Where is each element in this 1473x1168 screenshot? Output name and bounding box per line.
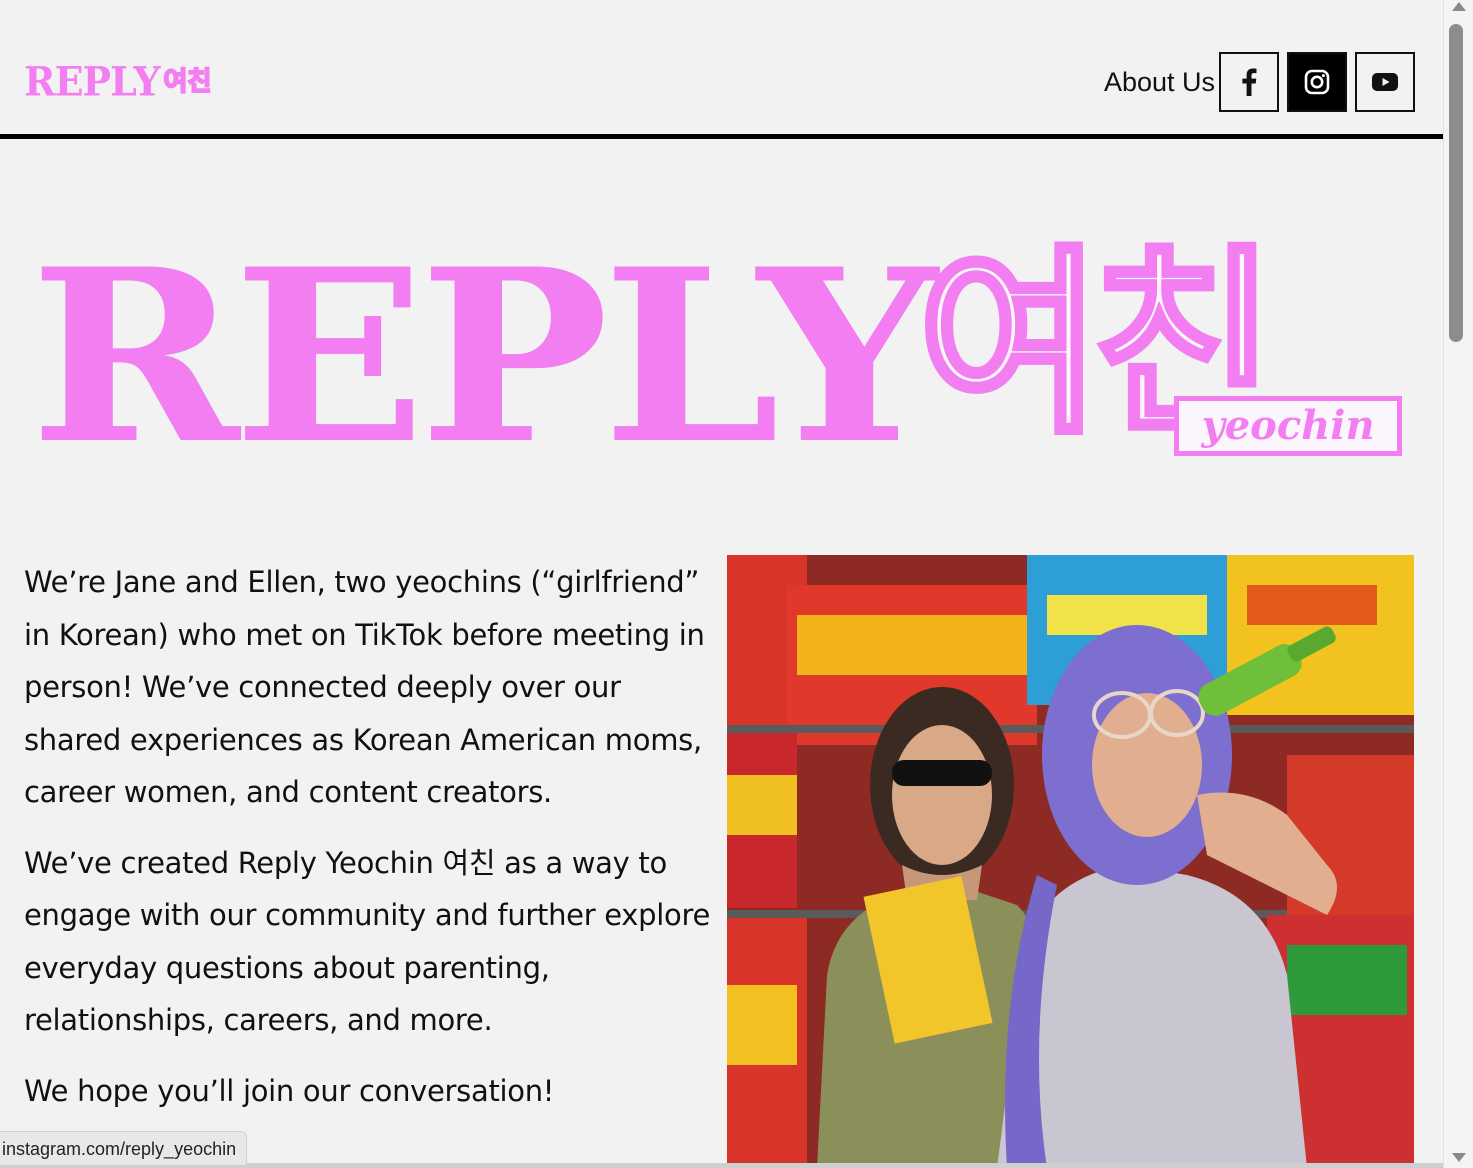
site-header: REPLY 여친 About Us <box>0 0 1443 134</box>
about-copy: We’re Jane and Ellen, two yeochins (“gir… <box>24 556 714 1135</box>
hero-word: REPLY <box>30 218 938 497</box>
scroll-down-arrow-icon[interactable] <box>1452 1153 1466 1162</box>
hero-korean-mark: 여친 yeochin <box>915 227 1410 463</box>
logo-word: REPLY <box>24 57 161 106</box>
site-logo[interactable]: REPLY 여친 <box>24 62 213 102</box>
about-paragraph-2: We’ve created Reply Yeochin 여친 as a way … <box>24 845 710 1038</box>
facebook-icon <box>1242 68 1257 96</box>
header-divider <box>0 134 1443 139</box>
hero-logo: REPLY 여친 yeochin <box>30 218 1410 497</box>
scrollbar-thumb[interactable] <box>1449 24 1463 342</box>
youtube-icon <box>1372 73 1398 91</box>
instagram-button[interactable] <box>1287 52 1347 112</box>
scroll-up-arrow-icon[interactable] <box>1452 2 1466 11</box>
facebook-button[interactable] <box>1219 52 1279 112</box>
link-status-bar: instagram.com/reply_yeochin <box>0 1131 248 1165</box>
about-paragraph-1: We’re Jane and Ellen, two yeochins (“gir… <box>24 565 705 809</box>
logo-korean: 여친 <box>163 66 213 98</box>
hero-subtitle: yeochin <box>1201 402 1375 449</box>
nav-about-us[interactable]: About Us <box>1104 52 1215 112</box>
hero-subtitle-box: yeochin <box>1174 396 1402 456</box>
vertical-scrollbar[interactable] <box>1443 0 1473 1168</box>
main-nav: About Us <box>1104 52 1415 112</box>
instagram-icon <box>1304 69 1330 95</box>
photo-illustration <box>727 555 1414 1168</box>
about-paragraph-3: We hope you’ll join our conversation! <box>24 1073 555 1108</box>
founders-photo <box>727 555 1414 1168</box>
page: REPLY 여친 About Us REPLY 여친 yeochin We’re… <box>0 0 1443 1168</box>
youtube-button[interactable] <box>1355 52 1415 112</box>
